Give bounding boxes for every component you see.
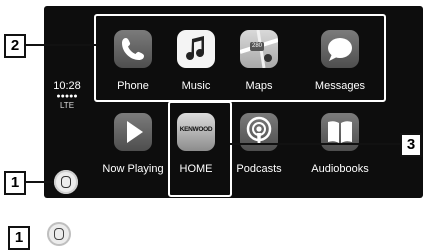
home-button-square-icon — [61, 176, 71, 188]
callout-2-leader — [23, 44, 96, 46]
legend-home-square-icon — [54, 228, 64, 240]
callout-1-leader — [26, 181, 54, 183]
app-podcasts[interactable]: Podcasts — [226, 113, 286, 193]
app-label: Audiobooks — [311, 163, 369, 175]
podcasts-icon — [240, 113, 278, 151]
app-grid-highlight — [94, 14, 386, 102]
legend-number-box: 1 — [8, 226, 30, 250]
callout-3-leader — [230, 143, 400, 145]
legend-home-button-icon — [47, 222, 71, 246]
callout-1: 1 — [4, 171, 26, 195]
clock-time: 10:28 — [53, 80, 81, 92]
app-audiobooks[interactable]: Audiobooks — [307, 113, 369, 193]
signal-dots: ●●●●● — [56, 93, 78, 100]
callout-2: 2 — [4, 34, 26, 58]
app-now-playing[interactable]: Now Playing — [100, 113, 164, 193]
home-button[interactable] — [54, 170, 78, 194]
network-type: LTE — [59, 101, 75, 110]
home-app-highlight — [168, 101, 232, 197]
book-icon — [321, 113, 359, 151]
callout-3: 3 — [400, 133, 422, 157]
play-icon — [114, 113, 152, 151]
status-bar: 10:28 ●●●●● LTE — [47, 80, 87, 110]
